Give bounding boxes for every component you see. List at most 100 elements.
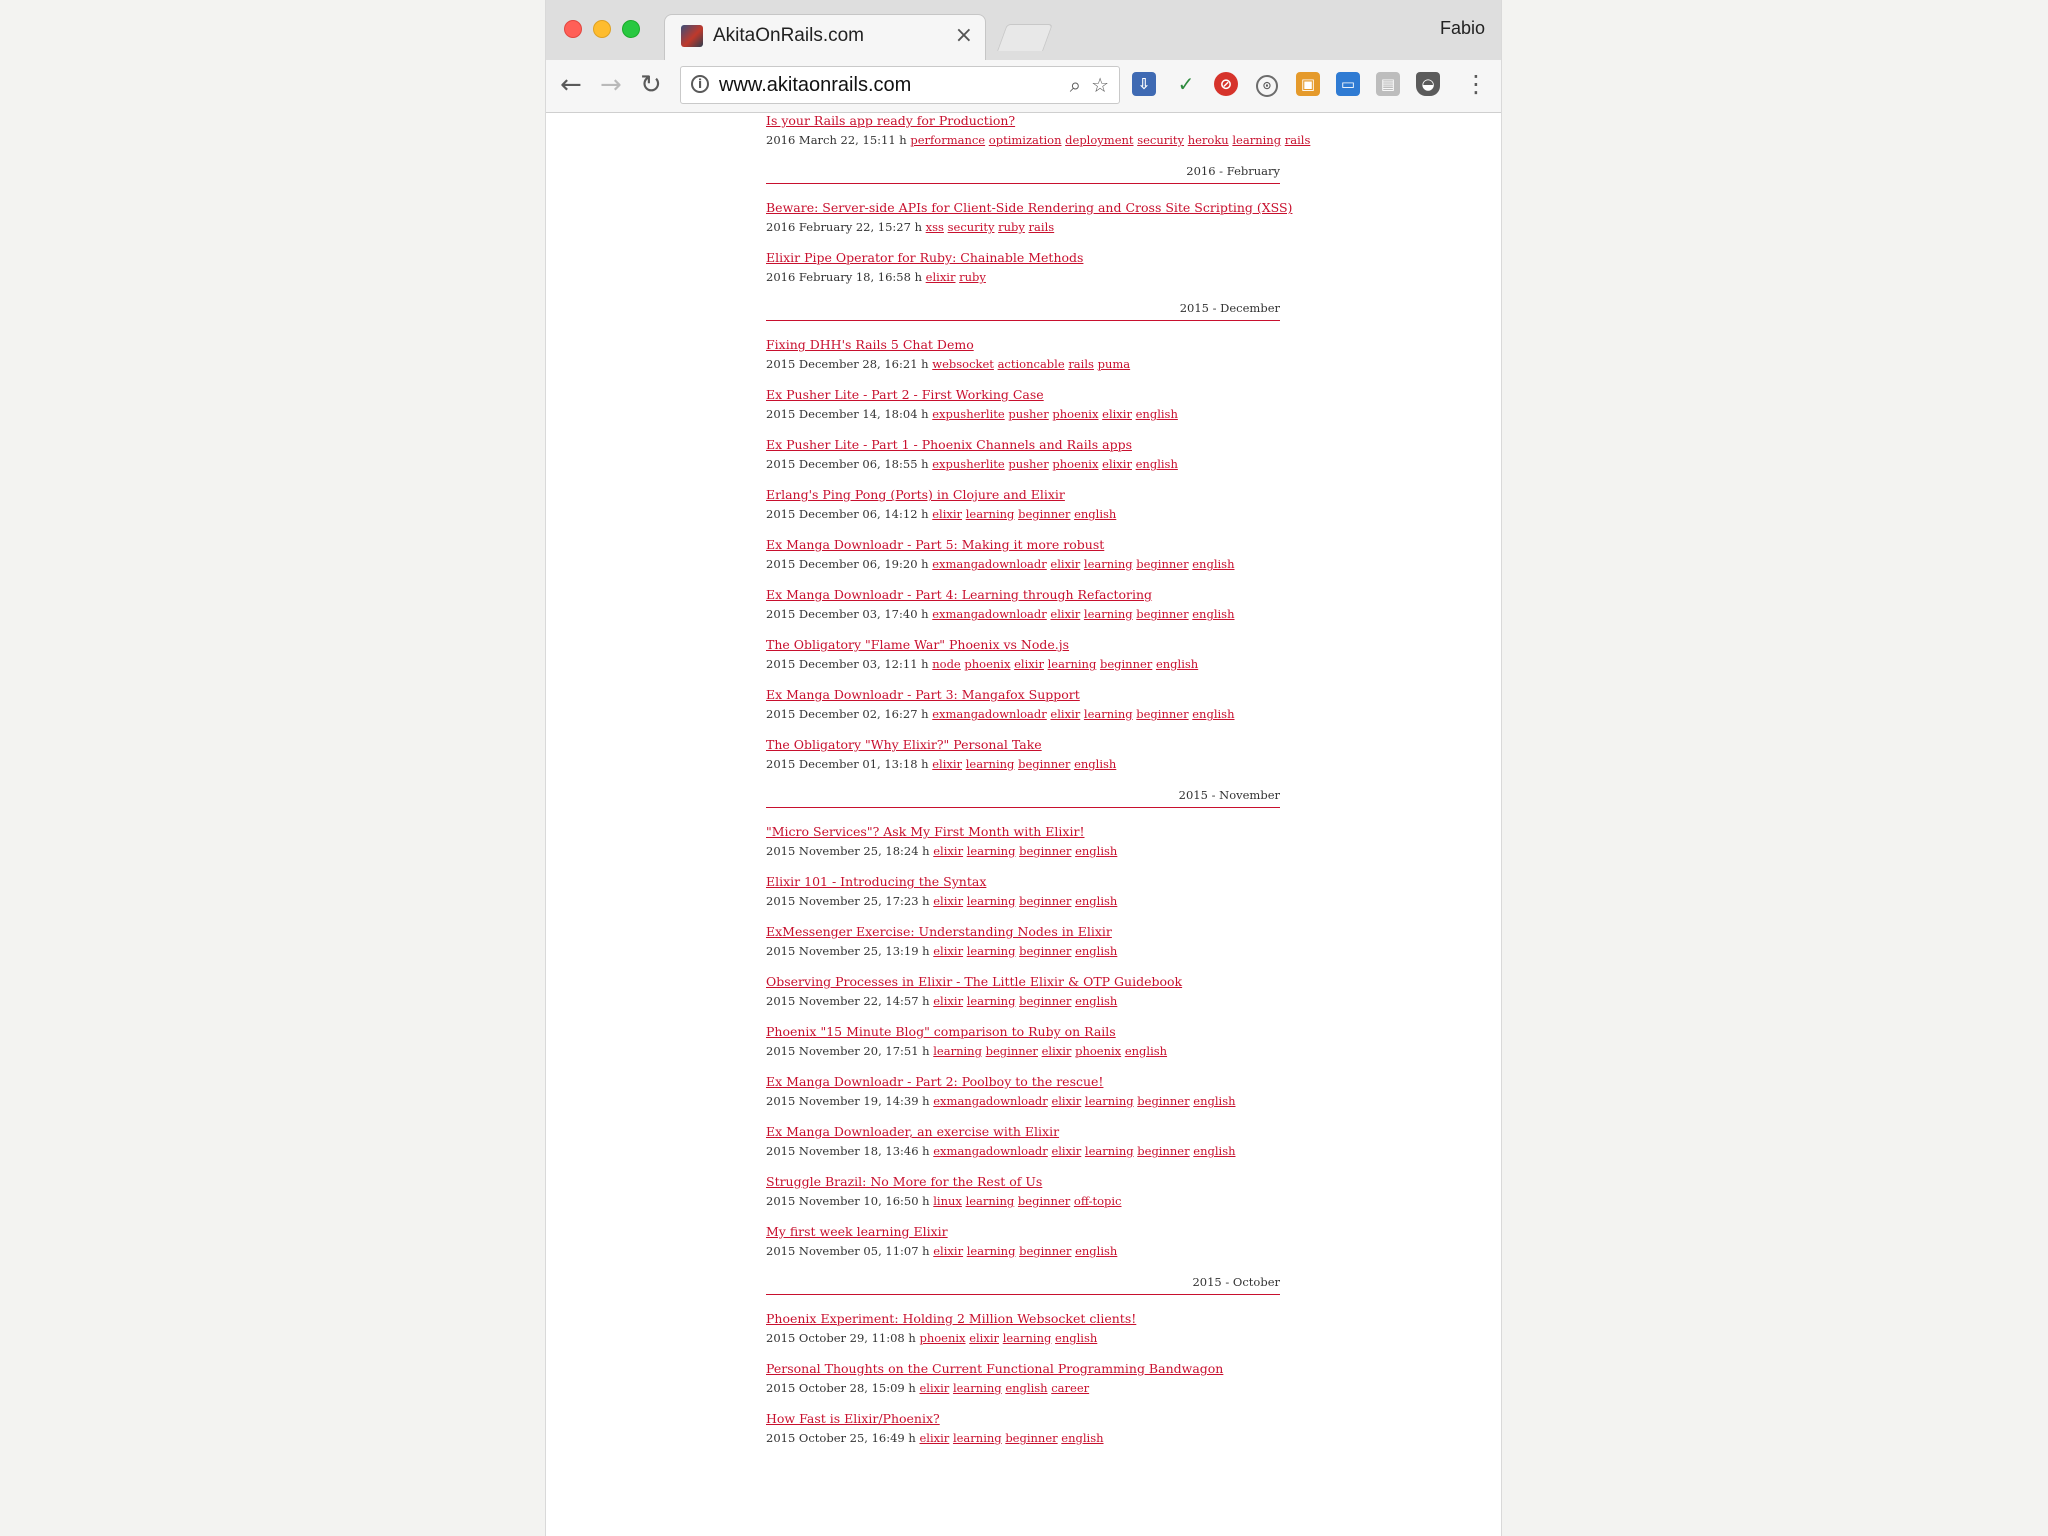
post-tag-link[interactable]: beginner xyxy=(1018,1194,1070,1208)
url-text[interactable]: www.akitaonrails.com xyxy=(719,74,911,97)
post-title-link[interactable]: Erlang's Ping Pong (Ports) in Clojure an… xyxy=(766,487,1280,503)
post-tag-link[interactable]: english xyxy=(1136,407,1178,421)
post-tag-link[interactable]: learning xyxy=(967,994,1016,1008)
post-tag-link[interactable]: english xyxy=(1075,944,1117,958)
post-tag-link[interactable]: elixir xyxy=(1050,557,1080,571)
post-title-link[interactable]: "Micro Services"? Ask My First Month wit… xyxy=(766,824,1280,840)
post-tag-link[interactable]: elixir xyxy=(919,1431,949,1445)
post-tag-link[interactable]: elixir xyxy=(933,994,963,1008)
post-tag-link[interactable]: english xyxy=(1061,1431,1103,1445)
post-tag-link[interactable]: english xyxy=(1075,894,1117,908)
post-tag-link[interactable]: optimization xyxy=(989,133,1062,147)
post-tag-link[interactable]: elixir xyxy=(933,1244,963,1258)
menu-icon[interactable]: ⋮ xyxy=(1464,70,1488,98)
post-tag-link[interactable]: beginner xyxy=(1018,757,1070,771)
profile-button[interactable]: Fabio xyxy=(1440,18,1485,39)
post-tag-link[interactable]: learning xyxy=(1085,1144,1134,1158)
post-tag-link[interactable]: puma xyxy=(1098,357,1131,371)
post-title-link[interactable]: Phoenix Experiment: Holding 2 Million We… xyxy=(766,1311,1280,1327)
post-tag-link[interactable]: heroku xyxy=(1188,133,1229,147)
post-tag-link[interactable]: beginner xyxy=(1136,607,1188,621)
post-tag-link[interactable]: learning xyxy=(967,844,1016,858)
post-tag-link[interactable]: english xyxy=(1055,1331,1097,1345)
post-tag-link[interactable]: elixir xyxy=(969,1331,999,1345)
post-tag-link[interactable]: learning xyxy=(966,1194,1015,1208)
post-title-link[interactable]: How Fast is Elixir/Phoenix? xyxy=(766,1411,1280,1427)
post-tag-link[interactable]: beginner xyxy=(1019,894,1071,908)
post-tag-link[interactable]: learning xyxy=(1232,133,1281,147)
post-tag-link[interactable]: exmangadownloadr xyxy=(933,1144,1048,1158)
post-tag-link[interactable]: beginner xyxy=(1019,844,1071,858)
post-tag-link[interactable]: english xyxy=(1193,1144,1235,1158)
post-tag-link[interactable]: exmangadownloadr xyxy=(933,1094,1048,1108)
post-tag-link[interactable]: phoenix xyxy=(1052,407,1098,421)
extension-orange-icon[interactable]: ▣ xyxy=(1296,72,1320,96)
post-tag-link[interactable]: beginner xyxy=(1018,507,1070,521)
close-window-button[interactable] xyxy=(564,20,582,38)
post-title-link[interactable]: Ex Pusher Lite - Part 1 - Phoenix Channe… xyxy=(766,437,1280,453)
post-title-link[interactable]: Elixir Pipe Operator for Ruby: Chainable… xyxy=(766,250,1280,266)
post-title-link[interactable]: Is your Rails app ready for Production? xyxy=(766,113,1280,129)
post-tag-link[interactable]: beginner xyxy=(1005,1431,1057,1445)
post-title-link[interactable]: The Obligatory "Why Elixir?" Personal Ta… xyxy=(766,737,1280,753)
post-tag-link[interactable]: english xyxy=(1074,507,1116,521)
post-tag-link[interactable]: elixir xyxy=(932,507,962,521)
post-tag-link[interactable]: xss xyxy=(926,220,944,234)
post-tag-link[interactable]: elixir xyxy=(1102,407,1132,421)
post-title-link[interactable]: Ex Manga Downloadr - Part 2: Poolboy to … xyxy=(766,1074,1280,1090)
extension-block-icon[interactable]: ⊘ xyxy=(1214,72,1238,96)
post-tag-link[interactable]: english xyxy=(1192,707,1234,721)
post-tag-link[interactable]: learning xyxy=(1084,607,1133,621)
post-title-link[interactable]: Personal Thoughts on the Current Functio… xyxy=(766,1361,1280,1377)
post-tag-link[interactable]: elixir xyxy=(933,944,963,958)
post-tag-link[interactable]: english xyxy=(1193,1094,1235,1108)
post-tag-link[interactable]: elixir xyxy=(1051,1094,1081,1108)
extension-check-icon[interactable]: ✓ xyxy=(1174,72,1198,96)
post-tag-link[interactable]: learning xyxy=(966,757,1015,771)
post-tag-link[interactable]: beginner xyxy=(1137,1144,1189,1158)
post-tag-link[interactable]: learning xyxy=(1084,557,1133,571)
reload-icon[interactable]: ↻ xyxy=(640,70,662,100)
post-tag-link[interactable]: learning xyxy=(1085,1094,1134,1108)
post-tag-link[interactable]: linux xyxy=(933,1194,962,1208)
post-tag-link[interactable]: elixir xyxy=(1042,1044,1072,1058)
post-title-link[interactable]: Ex Manga Downloadr - Part 5: Making it m… xyxy=(766,537,1280,553)
post-tag-link[interactable]: learning xyxy=(966,507,1015,521)
new-tab-button[interactable] xyxy=(997,24,1053,51)
post-tag-link[interactable]: beginner xyxy=(1019,994,1071,1008)
bookmark-star-icon[interactable]: ☆ xyxy=(1091,73,1109,97)
post-tag-link[interactable]: english xyxy=(1125,1044,1167,1058)
post-tag-link[interactable]: security xyxy=(1137,133,1184,147)
post-tag-link[interactable]: phoenix xyxy=(1075,1044,1121,1058)
post-title-link[interactable]: Struggle Brazil: No More for the Rest of… xyxy=(766,1174,1280,1190)
post-tag-link[interactable]: learning xyxy=(953,1431,1002,1445)
post-tag-link[interactable]: beginner xyxy=(1136,707,1188,721)
tab-close-icon[interactable]: × xyxy=(955,23,973,48)
extension-circle-icon[interactable]: ⊙ xyxy=(1256,75,1278,97)
post-tag-link[interactable]: rails xyxy=(1029,220,1055,234)
post-title-link[interactable]: Ex Manga Downloadr - Part 3: Mangafox Su… xyxy=(766,687,1280,703)
extension-download-icon[interactable]: ⇩ xyxy=(1132,72,1156,96)
address-bar[interactable]: i www.akitaonrails.com ⌕ ☆ xyxy=(680,66,1120,104)
post-tag-link[interactable]: phoenix xyxy=(919,1331,965,1345)
post-tag-link[interactable]: exmangadownloadr xyxy=(932,607,1047,621)
post-tag-link[interactable]: ruby xyxy=(998,220,1025,234)
post-tag-link[interactable]: elixir xyxy=(1102,457,1132,471)
post-tag-link[interactable]: security xyxy=(948,220,995,234)
post-tag-link[interactable]: beginner xyxy=(986,1044,1038,1058)
post-tag-link[interactable]: english xyxy=(1192,607,1234,621)
post-tag-link[interactable]: english xyxy=(1192,557,1234,571)
post-tag-link[interactable]: english xyxy=(1156,657,1198,671)
post-tag-link[interactable]: learning xyxy=(1084,707,1133,721)
post-tag-link[interactable]: off-topic xyxy=(1074,1194,1122,1208)
post-tag-link[interactable]: learning xyxy=(933,1044,982,1058)
post-title-link[interactable]: Phoenix "15 Minute Blog" comparison to R… xyxy=(766,1024,1280,1040)
post-tag-link[interactable]: english xyxy=(1074,757,1116,771)
post-tag-link[interactable]: rails xyxy=(1068,357,1094,371)
tab-active[interactable]: AkitaOnRails.com × xyxy=(664,14,986,60)
post-tag-link[interactable]: english xyxy=(1075,844,1117,858)
extension-window-icon[interactable]: ▭ xyxy=(1336,72,1360,96)
post-tag-link[interactable]: learning xyxy=(953,1381,1002,1395)
post-title-link[interactable]: Ex Pusher Lite - Part 2 - First Working … xyxy=(766,387,1280,403)
post-tag-link[interactable]: learning xyxy=(1003,1331,1052,1345)
